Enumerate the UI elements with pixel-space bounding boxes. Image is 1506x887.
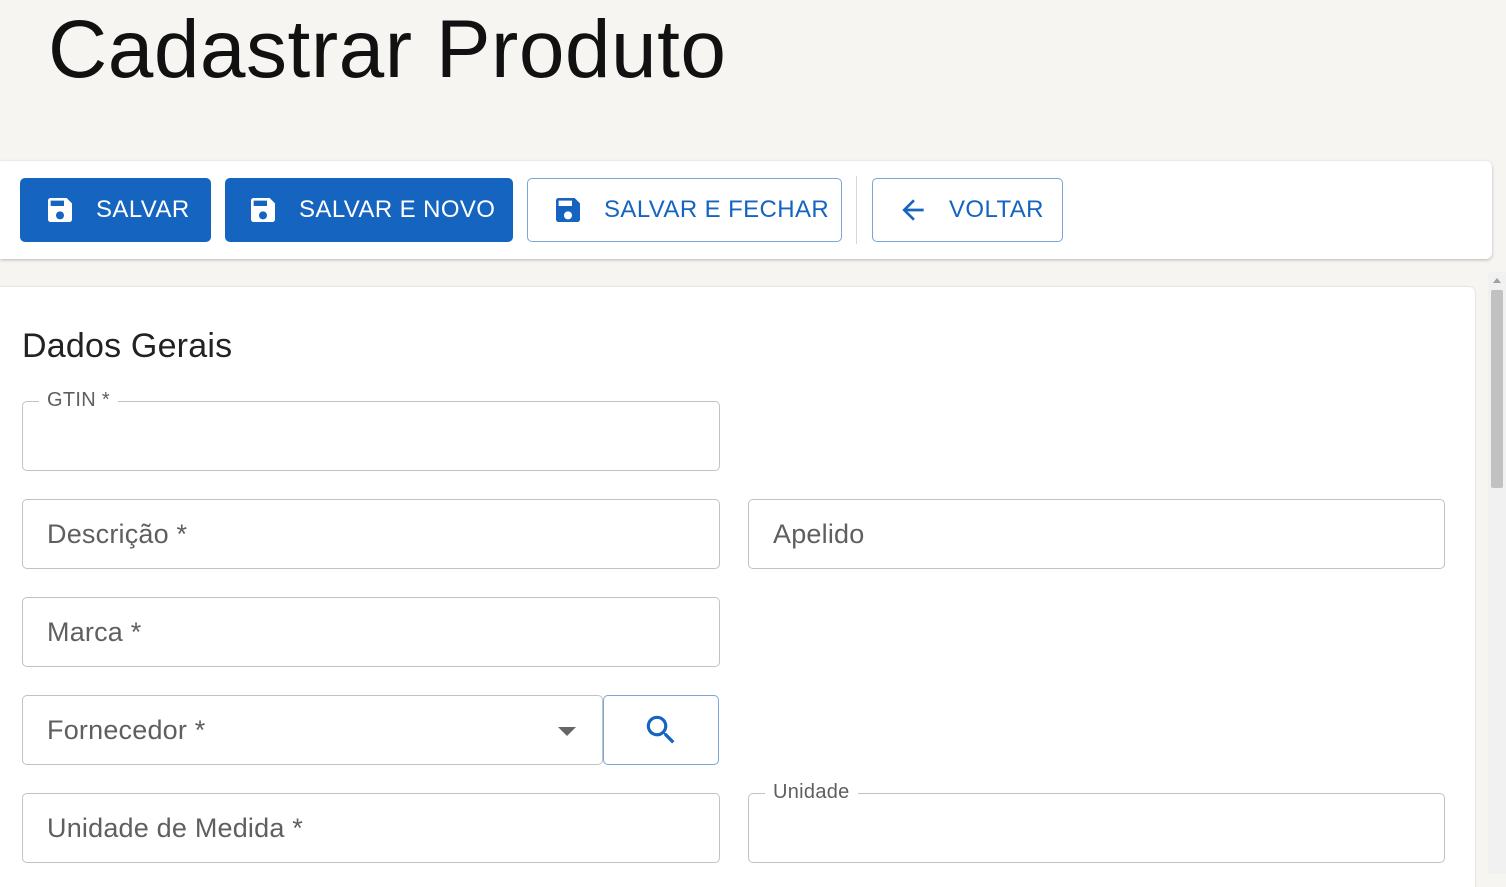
supplier-search-button[interactable]: [603, 695, 719, 765]
section-title: Dados Gerais: [22, 327, 233, 365]
page-title: Cadastrar Produto: [48, 4, 727, 95]
arrow-left-icon: [897, 194, 929, 226]
unit-of-measure-placeholder: Unidade de Medida *: [47, 813, 303, 843]
scroll-up-arrow-icon[interactable]: [1493, 278, 1501, 283]
nickname-field[interactable]: Apelido: [748, 499, 1445, 569]
nickname-placeholder: Apelido: [773, 519, 865, 549]
toolbar-divider: [856, 176, 857, 244]
save-and-new-button-label: SALVAR E NOVO: [299, 196, 496, 223]
back-button[interactable]: VOLTAR: [872, 178, 1063, 242]
general-data-card: Dados Gerais GTIN * Descrição * Apelido …: [0, 287, 1475, 887]
supplier-select[interactable]: Fornecedor *: [22, 695, 603, 765]
unit-label: Unidade: [765, 781, 858, 804]
save-icon: [247, 194, 279, 226]
save-icon: [44, 194, 76, 226]
save-icon: [552, 194, 584, 226]
description-field[interactable]: Descrição *: [22, 499, 720, 569]
vertical-scrollbar[interactable]: [1488, 272, 1506, 874]
unit-of-measure-field[interactable]: Unidade de Medida *: [22, 793, 720, 863]
scrollbar-thumb[interactable]: [1491, 290, 1503, 488]
save-and-new-button[interactable]: SALVAR E NOVO: [225, 178, 513, 242]
gtin-label: GTIN *: [39, 389, 118, 412]
caret-down-icon[interactable]: [558, 727, 576, 736]
unit-field[interactable]: Unidade: [748, 781, 1445, 863]
description-placeholder: Descrição *: [47, 519, 188, 549]
save-button-label: SALVAR: [96, 196, 190, 223]
action-toolbar: SALVAR SALVAR E NOVO SALVAR E FECHAR VOL…: [0, 161, 1492, 259]
save-button[interactable]: SALVAR: [20, 178, 211, 242]
save-and-close-button[interactable]: SALVAR E FECHAR: [527, 178, 842, 242]
back-button-label: VOLTAR: [949, 196, 1044, 223]
save-and-close-button-label: SALVAR E FECHAR: [604, 196, 830, 223]
search-icon: [642, 711, 680, 749]
supplier-placeholder: Fornecedor *: [47, 715, 206, 745]
brand-placeholder: Marca *: [47, 617, 142, 647]
brand-field[interactable]: Marca *: [22, 597, 720, 667]
gtin-field[interactable]: GTIN *: [22, 389, 720, 471]
